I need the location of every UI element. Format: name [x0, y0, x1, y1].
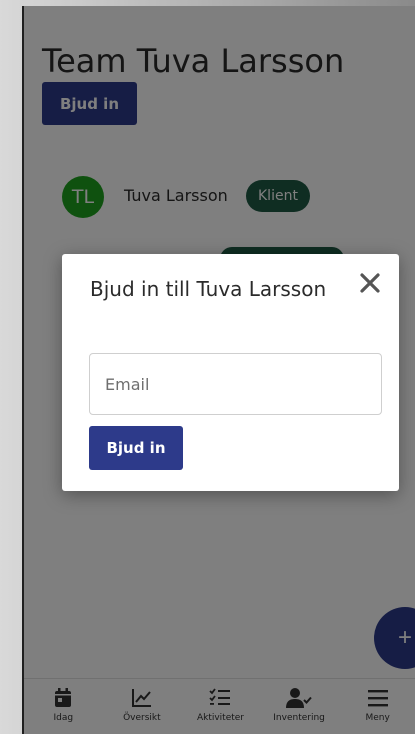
close-icon [357, 273, 383, 299]
invite-modal: Bjud in till Tuva Larsson Bjud in [62, 254, 399, 491]
modal-title: Bjud in till Tuva Larsson [90, 277, 327, 301]
submit-invite-button[interactable]: Bjud in [89, 426, 183, 470]
app-screen: Team Tuva Larsson Bjud in TL Tuva Larsso… [22, 6, 415, 734]
email-field[interactable] [89, 353, 382, 415]
close-button[interactable] [357, 270, 383, 296]
